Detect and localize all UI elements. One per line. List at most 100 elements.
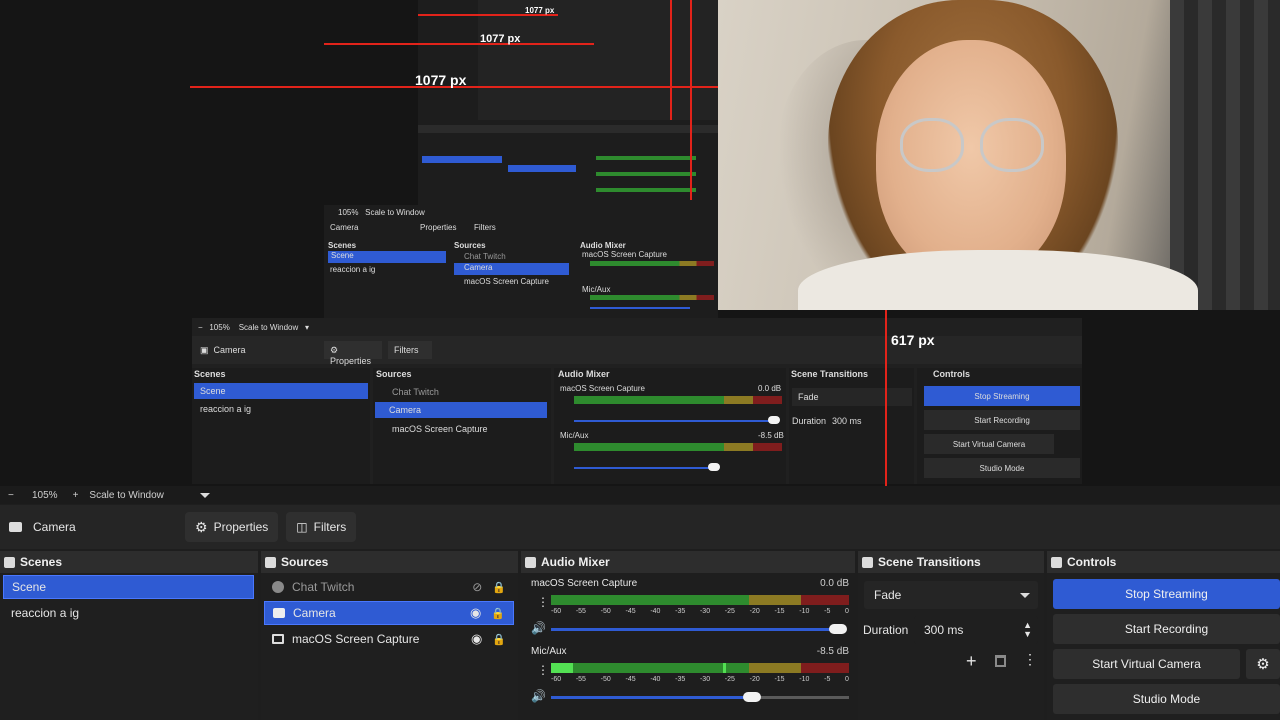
source-item[interactable]: macOS Screen Capture ◉ 🔒 (264, 627, 514, 651)
transitions-title: Scene Transitions (878, 555, 981, 569)
more-icon[interactable]: ⋮ (1023, 651, 1037, 668)
lock-icon[interactable]: 🔒 (491, 607, 505, 620)
spinner-icon[interactable]: ▲ ▼ (1023, 621, 1032, 639)
mid-source-1: Camera (375, 402, 547, 418)
small-zoom: 105% (338, 208, 359, 217)
sources-title: Sources (281, 555, 329, 569)
add-icon[interactable]: + (966, 651, 977, 672)
mid-mixer-title: Audio Mixer (558, 369, 610, 379)
mid-filters: Filters (388, 341, 432, 359)
mixer-title: Audio Mixer (541, 555, 610, 569)
mid-transition: Fade (792, 388, 912, 406)
mid-scenes-title: Scenes (194, 369, 226, 379)
source-item[interactable]: Chat Twitch ⊘ 🔒 (264, 575, 514, 599)
volume-slider-knob[interactable] (743, 692, 761, 702)
mid-scale-mode: Scale to Window (238, 323, 299, 332)
mid-transitions-title: Scene Transitions (791, 369, 869, 379)
meter-ticks: -60 -55 -50 -45 -40 -35 -30 -25 -20 -15 -10 -5 0 (551, 676, 849, 683)
scenes-dock: Scenes Scene reaccion a ig (0, 551, 258, 720)
small-source-1: Camera (454, 263, 569, 275)
mid-control-3: Studio Mode (924, 458, 1080, 478)
transition-select[interactable]: Fade (864, 581, 1038, 609)
trash-icon[interactable] (995, 655, 1006, 667)
nested-preview-level-1: − 105% Scale to Window ▾ ▣ Camera ⚙ Prop… (192, 318, 1082, 484)
channel-db: 0.0 dB (820, 578, 849, 589)
source-label: Chat Twitch (292, 580, 355, 594)
small-source-0: Chat Twitch (464, 252, 506, 261)
context-source-name: Camera (33, 520, 76, 534)
lock-icon[interactable]: 🔒 (492, 581, 506, 594)
mid-control-1: Start Recording (924, 410, 1080, 430)
scale-mode-select[interactable]: Scale to Window (89, 490, 163, 501)
mid-controls-title: Controls (933, 369, 970, 379)
duration-label: Duration (863, 623, 909, 637)
source-item[interactable]: Camera ◉ 🔒 (264, 601, 514, 625)
studio-mode-button[interactable]: Studio Mode (1053, 684, 1280, 714)
mid-control-0: Stop Streaming (924, 386, 1080, 406)
lock-icon[interactable]: 🔒 (492, 633, 506, 646)
monitor-icon (272, 634, 284, 644)
scene-label: Scene (12, 580, 47, 594)
speaker-icon[interactable]: 🔊 (531, 689, 546, 703)
small-scene-0: Scene (328, 251, 446, 263)
audio-mixer-dock: Audio Mixer macOS Screen Capture 0.0 dB … (521, 551, 855, 720)
channel-menu-icon[interactable]: ⋮ (537, 595, 549, 609)
duration-input[interactable]: 300 ms ▲ ▼ (914, 616, 1038, 644)
gear-icon: ⚙ (1256, 655, 1270, 673)
sources-dock: Sources Chat Twitch ⊘ 🔒 Camera ◉ 🔒 macOS… (261, 551, 518, 720)
chevron-down-icon (1020, 592, 1030, 598)
controls-dock: Controls Stop Streaming Start Recording … (1047, 551, 1280, 720)
mid-channel-1-db: -8.5 dB (758, 431, 784, 440)
properties-button[interactable]: ⚙ Properties (185, 512, 279, 542)
channel-name: Mic/Aux (531, 646, 567, 657)
transition-value: Fade (874, 588, 902, 602)
preview-zoom-bar: − 105% + Scale to Window (0, 486, 1280, 504)
small-source-2: macOS Screen Capture (464, 277, 549, 286)
eye-icon[interactable]: ◉ (470, 605, 481, 621)
measure-vline (885, 310, 887, 486)
meter-ticks: -60 -55 -50 -45 -40 -35 -30 -25 -20 -15 -10 -5 0 (551, 608, 849, 615)
preview-canvas[interactable]: 105% Scale to Window Camera Properties F… (0, 0, 1280, 486)
virtual-camera-settings-button[interactable]: ⚙ (1246, 649, 1280, 679)
scene-item[interactable]: Scene (3, 575, 254, 599)
scene-transitions-dock: Scene Transitions Fade Duration 300 ms ▲… (858, 551, 1044, 720)
small-filters: Filters (474, 223, 496, 232)
nested-preview-level-2: 105% Scale to Window Camera Properties F… (324, 205, 718, 318)
chevron-down-icon[interactable] (199, 492, 210, 498)
volume-meter (551, 663, 849, 673)
camera-icon (273, 608, 285, 618)
small-sources-title: Sources (454, 241, 486, 250)
volume-slider[interactable] (551, 628, 841, 631)
speaker-icon[interactable]: 🔊 (531, 621, 546, 635)
mid-sources-title: Sources (376, 369, 412, 379)
small-scale-mode: Scale to Window (365, 208, 425, 217)
start-virtual-camera-button[interactable]: Start Virtual Camera (1053, 649, 1240, 679)
channel-db: -8.5 dB (816, 646, 849, 657)
zoom-out-button[interactable]: − (8, 490, 22, 501)
volume-slider[interactable] (551, 696, 751, 699)
volume-meter (551, 595, 849, 605)
measure-label-big: 1077 px (415, 72, 467, 88)
channel-menu-icon[interactable]: ⋮ (537, 663, 549, 677)
transitions-dock-icon (862, 556, 873, 568)
eye-hidden-icon[interactable]: ⊘ (472, 580, 482, 594)
mid-zoom: 105% (209, 323, 230, 332)
eye-icon[interactable]: ◉ (471, 631, 482, 647)
small-channel-1: Mic/Aux (582, 285, 611, 294)
mid-scene-1: reaccion a ig (200, 404, 252, 414)
volume-slider-knob[interactable] (829, 624, 847, 634)
properties-label: Properties (213, 520, 269, 534)
stop-streaming-button[interactable]: Stop Streaming (1053, 579, 1280, 609)
start-recording-button[interactable]: Start Recording (1053, 614, 1280, 644)
mid-duration-label: Duration (792, 416, 827, 426)
mid-control-2: Start Virtual Camera (924, 434, 1054, 454)
mid-channel-0-db: 0.0 dB (758, 384, 782, 393)
mid-channel-1-name: Mic/Aux (560, 431, 589, 440)
zoom-in-button[interactable]: + (73, 490, 79, 501)
scene-item[interactable]: reaccion a ig (3, 601, 254, 625)
scenes-title: Scenes (20, 555, 63, 569)
filters-icon: ◫ (296, 520, 308, 534)
sources-dock-icon (265, 556, 276, 568)
filters-button[interactable]: ◫ Filters (286, 512, 357, 542)
channel-name: macOS Screen Capture (531, 578, 638, 589)
